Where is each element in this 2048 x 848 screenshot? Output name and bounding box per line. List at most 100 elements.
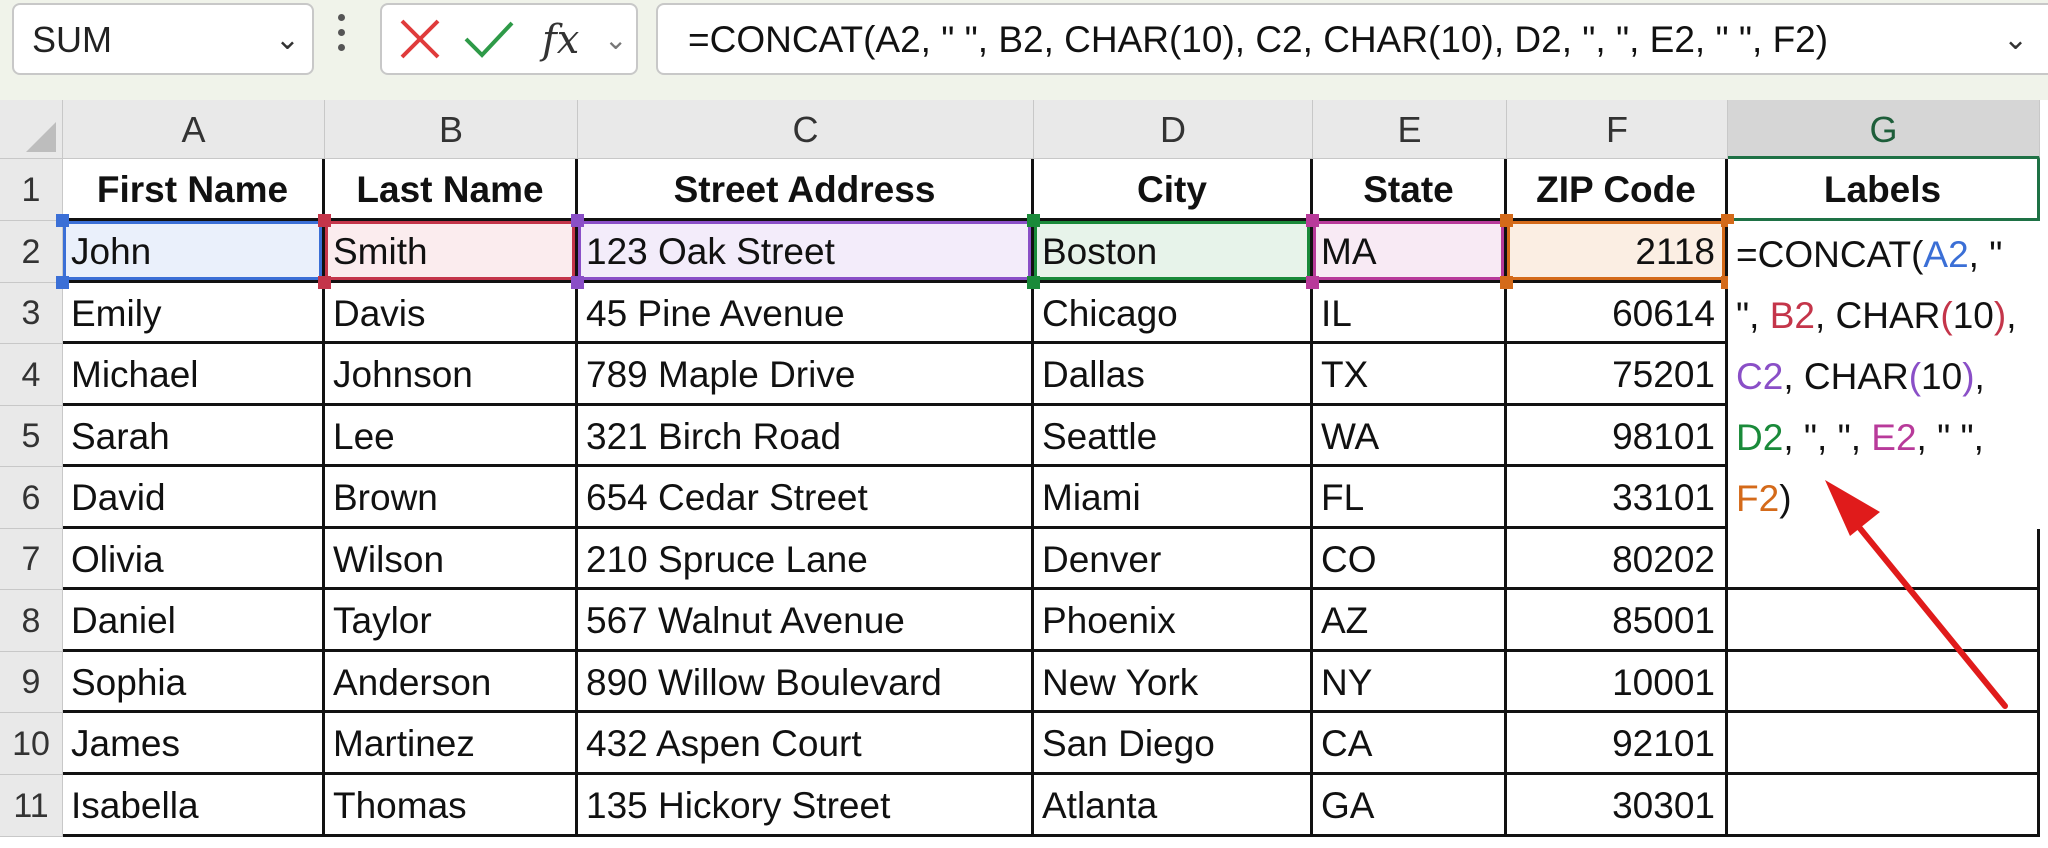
cell-f6[interactable]: 33101	[1507, 467, 1728, 529]
x-icon[interactable]	[398, 17, 442, 61]
cell-c5[interactable]: 321 Birch Road	[578, 406, 1034, 467]
cell-a5[interactable]: Sarah	[63, 406, 325, 467]
select-all-button[interactable]	[0, 100, 63, 159]
cell-e1[interactable]: State	[1313, 159, 1507, 221]
row-header-7[interactable]: 7	[0, 529, 63, 590]
cell-f9[interactable]: 10001	[1507, 652, 1728, 713]
cell-c7[interactable]: 210 Spruce Lane	[578, 529, 1034, 590]
cell-d4[interactable]: Dallas	[1034, 344, 1313, 406]
cell-f1[interactable]: ZIP Code	[1507, 159, 1728, 221]
reference-handle-c-2[interactable]	[571, 276, 584, 289]
cell-d8[interactable]: Phoenix	[1034, 590, 1313, 652]
cell-f8[interactable]: 85001	[1507, 590, 1728, 652]
cell-d5[interactable]: Seattle	[1034, 406, 1313, 467]
reference-handle-b-2[interactable]	[318, 276, 331, 289]
cell-c4[interactable]: 789 Maple Drive	[578, 344, 1034, 406]
cell-a6[interactable]: David	[63, 467, 325, 529]
function-icon[interactable]: fx	[542, 5, 579, 75]
reference-handle-d-0[interactable]	[1027, 214, 1040, 227]
column-header-c[interactable]: C	[578, 100, 1034, 159]
reference-handle-a-0[interactable]	[56, 214, 69, 227]
cell-d10[interactable]: San Diego	[1034, 713, 1313, 775]
cell-g1[interactable]: Labels	[1728, 159, 2040, 221]
cell-a3[interactable]: Emily	[63, 283, 325, 344]
more-options-icon[interactable]	[338, 14, 348, 60]
cell-a9[interactable]: Sophia	[63, 652, 325, 713]
cell-d11[interactable]: Atlanta	[1034, 775, 1313, 837]
name-box[interactable]: SUM ⌄	[12, 3, 314, 75]
cell-b7[interactable]: Wilson	[325, 529, 578, 590]
row-header-6[interactable]: 6	[0, 467, 63, 529]
cell-e6[interactable]: FL	[1313, 467, 1507, 529]
row-header-2[interactable]: 2	[0, 221, 63, 283]
cell-g11[interactable]	[1728, 775, 2040, 837]
row-header-1[interactable]: 1	[0, 159, 63, 221]
reference-handle-c-0[interactable]	[571, 214, 584, 227]
cell-e2[interactable]: MA	[1313, 221, 1507, 283]
cell-e10[interactable]: CA	[1313, 713, 1507, 775]
reference-handle-e-2[interactable]	[1306, 276, 1319, 289]
reference-handle-e-0[interactable]	[1306, 214, 1319, 227]
column-header-f[interactable]: F	[1507, 100, 1728, 159]
column-header-a[interactable]: A	[63, 100, 325, 159]
cell-b1[interactable]: Last Name	[325, 159, 578, 221]
cell-c6[interactable]: 654 Cedar Street	[578, 467, 1034, 529]
cell-b3[interactable]: Davis	[325, 283, 578, 344]
cell-d1[interactable]: City	[1034, 159, 1313, 221]
cell-c1[interactable]: Street Address	[578, 159, 1034, 221]
cell-f4[interactable]: 75201	[1507, 344, 1728, 406]
cell-a11[interactable]: Isabella	[63, 775, 325, 837]
cell-c3[interactable]: 45 Pine Avenue	[578, 283, 1034, 344]
row-header-11[interactable]: 11	[0, 775, 63, 837]
cell-a8[interactable]: Daniel	[63, 590, 325, 652]
cell-g7[interactable]	[1728, 529, 2040, 590]
formula-input[interactable]: =CONCAT(A2, " ", B2, CHAR(10), C2, CHAR(…	[656, 3, 2048, 75]
row-header-10[interactable]: 10	[0, 713, 63, 775]
cell-d3[interactable]: Chicago	[1034, 283, 1313, 344]
cell-b6[interactable]: Brown	[325, 467, 578, 529]
reference-handle-a-2[interactable]	[56, 276, 69, 289]
cell-e3[interactable]: IL	[1313, 283, 1507, 344]
cell-e11[interactable]: GA	[1313, 775, 1507, 837]
cell-a4[interactable]: Michael	[63, 344, 325, 406]
cell-b8[interactable]: Taylor	[325, 590, 578, 652]
row-header-3[interactable]: 3	[0, 283, 63, 344]
column-header-d[interactable]: D	[1034, 100, 1313, 159]
expand-formula-bar-icon[interactable]: ⌄	[2003, 5, 2028, 75]
reference-handle-f-2[interactable]	[1500, 276, 1513, 289]
reference-handle-b-0[interactable]	[318, 214, 331, 227]
cell-b11[interactable]: Thomas	[325, 775, 578, 837]
cell-f10[interactable]: 92101	[1507, 713, 1728, 775]
cell-b5[interactable]: Lee	[325, 406, 578, 467]
cell-b9[interactable]: Anderson	[325, 652, 578, 713]
cell-a10[interactable]: James	[63, 713, 325, 775]
cell-b10[interactable]: Martinez	[325, 713, 578, 775]
cell-g9[interactable]	[1728, 652, 2040, 713]
cell-c11[interactable]: 135 Hickory Street	[578, 775, 1034, 837]
cell-a1[interactable]: First Name	[63, 159, 325, 221]
cell-f5[interactable]: 98101	[1507, 406, 1728, 467]
cell-d6[interactable]: Miami	[1034, 467, 1313, 529]
cell-a7[interactable]: Olivia	[63, 529, 325, 590]
reference-handle-d-2[interactable]	[1027, 276, 1040, 289]
cell-e7[interactable]: CO	[1313, 529, 1507, 590]
cell-b2[interactable]: Smith	[325, 221, 578, 283]
cell-g2-editor[interactable]: =CONCAT(A2, " ", B2, CHAR(10), C2, CHAR(10…	[1728, 224, 2048, 519]
cell-c9[interactable]: 890 Willow Boulevard	[578, 652, 1034, 713]
column-header-e[interactable]: E	[1313, 100, 1507, 159]
cell-c2[interactable]: 123 Oak Street	[578, 221, 1034, 283]
chevron-down-icon[interactable]: ⌄	[275, 5, 300, 75]
cell-e9[interactable]: NY	[1313, 652, 1507, 713]
cell-c10[interactable]: 432 Aspen Court	[578, 713, 1034, 775]
column-header-g[interactable]: G	[1728, 100, 2040, 159]
cell-g8[interactable]	[1728, 590, 2040, 652]
cell-f3[interactable]: 60614	[1507, 283, 1728, 344]
cell-g10[interactable]	[1728, 713, 2040, 775]
cell-d2[interactable]: Boston	[1034, 221, 1313, 283]
cell-b4[interactable]: Johnson	[325, 344, 578, 406]
cell-d9[interactable]: New York	[1034, 652, 1313, 713]
cell-e5[interactable]: WA	[1313, 406, 1507, 467]
cell-c8[interactable]: 567 Walnut Avenue	[578, 590, 1034, 652]
reference-handle-f-0[interactable]	[1500, 214, 1513, 227]
column-header-b[interactable]: B	[325, 100, 578, 159]
